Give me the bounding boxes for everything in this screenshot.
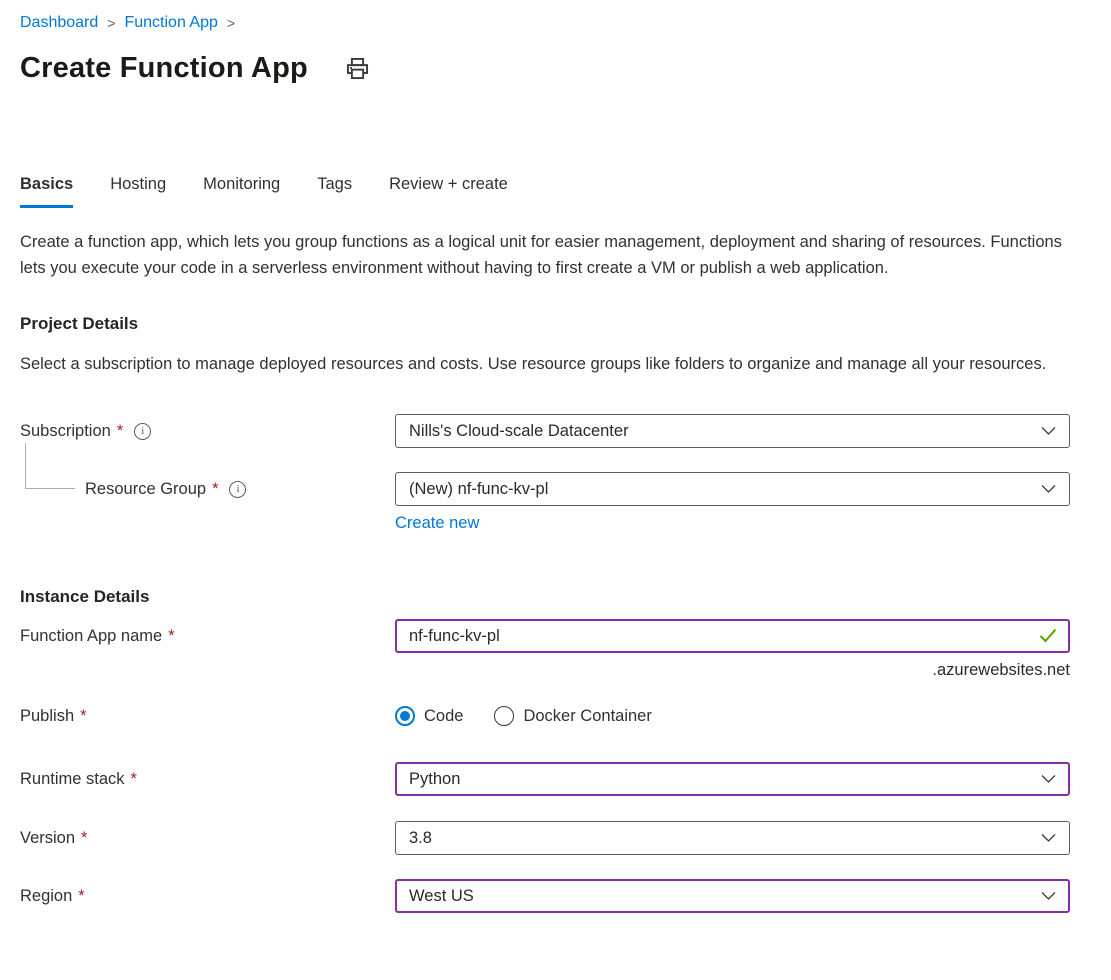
resource-group-row: Resource Group * i (New) nf-func-kv-pl [20,472,1090,506]
required-asterisk: * [81,829,87,848]
version-row: Version * 3.8 [20,821,1090,855]
tab-tags[interactable]: Tags [317,175,352,208]
radio-selected-icon [395,706,415,726]
runtime-stack-label: Runtime stack * [20,770,395,789]
required-asterisk: * [131,770,137,789]
required-asterisk: * [78,887,84,906]
chevron-down-icon [1041,833,1056,843]
subscription-label-text: Subscription [20,422,111,441]
tab-monitoring[interactable]: Monitoring [203,175,280,208]
resource-group-dropdown[interactable]: (New) nf-func-kv-pl [395,472,1070,506]
basics-form: Subscription * i Nills's Cloud-scale Dat… [20,414,1090,913]
create-new-row: Create new [395,514,1090,533]
publish-label: Publish * [20,707,395,726]
create-new-link[interactable]: Create new [395,514,479,532]
chevron-down-icon [1041,891,1056,901]
publish-row: Publish * Code Docker Container [20,706,1090,726]
project-details-heading: Project Details [20,314,1090,334]
runtime-stack-label-text: Runtime stack [20,770,125,789]
radio-code-label: Code [424,707,463,726]
required-asterisk: * [212,480,218,499]
runtime-stack-row: Runtime stack * Python [20,762,1090,796]
region-value: West US [409,887,474,906]
radio-docker-container[interactable]: Docker Container [494,706,651,726]
radio-docker-container-label: Docker Container [523,707,651,726]
project-details-description: Select a subscription to manage deployed… [20,351,1082,377]
version-value: 3.8 [409,829,432,848]
chevron-down-icon [1041,484,1056,494]
version-dropdown[interactable]: 3.8 [395,821,1070,855]
subscription-row: Subscription * i Nills's Cloud-scale Dat… [20,414,1090,448]
resource-group-value: (New) nf-func-kv-pl [409,480,548,499]
function-app-name-label-text: Function App name [20,627,162,646]
breadcrumb-link-dashboard[interactable]: Dashboard [20,14,98,32]
tab-bar: Basics Hosting Monitoring Tags Review + … [20,175,1090,208]
resource-group-label-text: Resource Group [85,480,206,499]
instance-details-heading: Instance Details [20,587,1090,607]
breadcrumb: Dashboard > Function App > [20,14,1090,32]
function-app-name-input[interactable] [395,619,1070,653]
subscription-value: Nills's Cloud-scale Datacenter [409,422,629,441]
page-title: Create Function App [20,52,308,85]
printer-icon[interactable] [344,55,371,87]
required-asterisk: * [117,422,123,441]
chevron-down-icon [1041,426,1056,436]
info-icon[interactable]: i [229,481,246,498]
runtime-stack-dropdown[interactable]: Python [395,762,1070,796]
subscription-label: Subscription * i [20,422,395,441]
required-asterisk: * [80,707,86,726]
region-dropdown[interactable]: West US [395,879,1070,913]
validation-check-icon [1039,628,1057,648]
function-app-name-row: Function App name * [20,619,1090,653]
version-label: Version * [20,829,395,848]
info-icon[interactable]: i [134,423,151,440]
function-app-name-label: Function App name * [20,627,395,646]
breadcrumb-link-function-app[interactable]: Function App [124,14,217,32]
intro-text: Create a function app, which lets you gr… [20,229,1082,281]
publish-radio-group: Code Docker Container [395,706,1070,726]
domain-suffix: .azurewebsites.net [395,661,1070,680]
tab-review-create[interactable]: Review + create [389,175,508,208]
runtime-stack-value: Python [409,770,460,789]
resource-group-label: Resource Group * i [20,480,395,499]
title-row: Create Function App [20,49,1090,87]
subscription-dropdown[interactable]: Nills's Cloud-scale Datacenter [395,414,1070,448]
region-row: Region * West US [20,879,1090,913]
breadcrumb-separator-icon: > [107,15,115,31]
tab-hosting[interactable]: Hosting [110,175,166,208]
tab-basics[interactable]: Basics [20,175,73,208]
publish-label-text: Publish [20,707,74,726]
hierarchy-connector-line [25,443,75,489]
version-label-text: Version [20,829,75,848]
domain-suffix-row: .azurewebsites.net [20,653,1090,680]
breadcrumb-separator-icon: > [227,15,235,31]
region-label: Region * [20,887,395,906]
region-label-text: Region [20,887,72,906]
chevron-down-icon [1041,774,1056,784]
radio-unselected-icon [494,706,514,726]
required-asterisk: * [168,627,174,646]
radio-code[interactable]: Code [395,706,463,726]
